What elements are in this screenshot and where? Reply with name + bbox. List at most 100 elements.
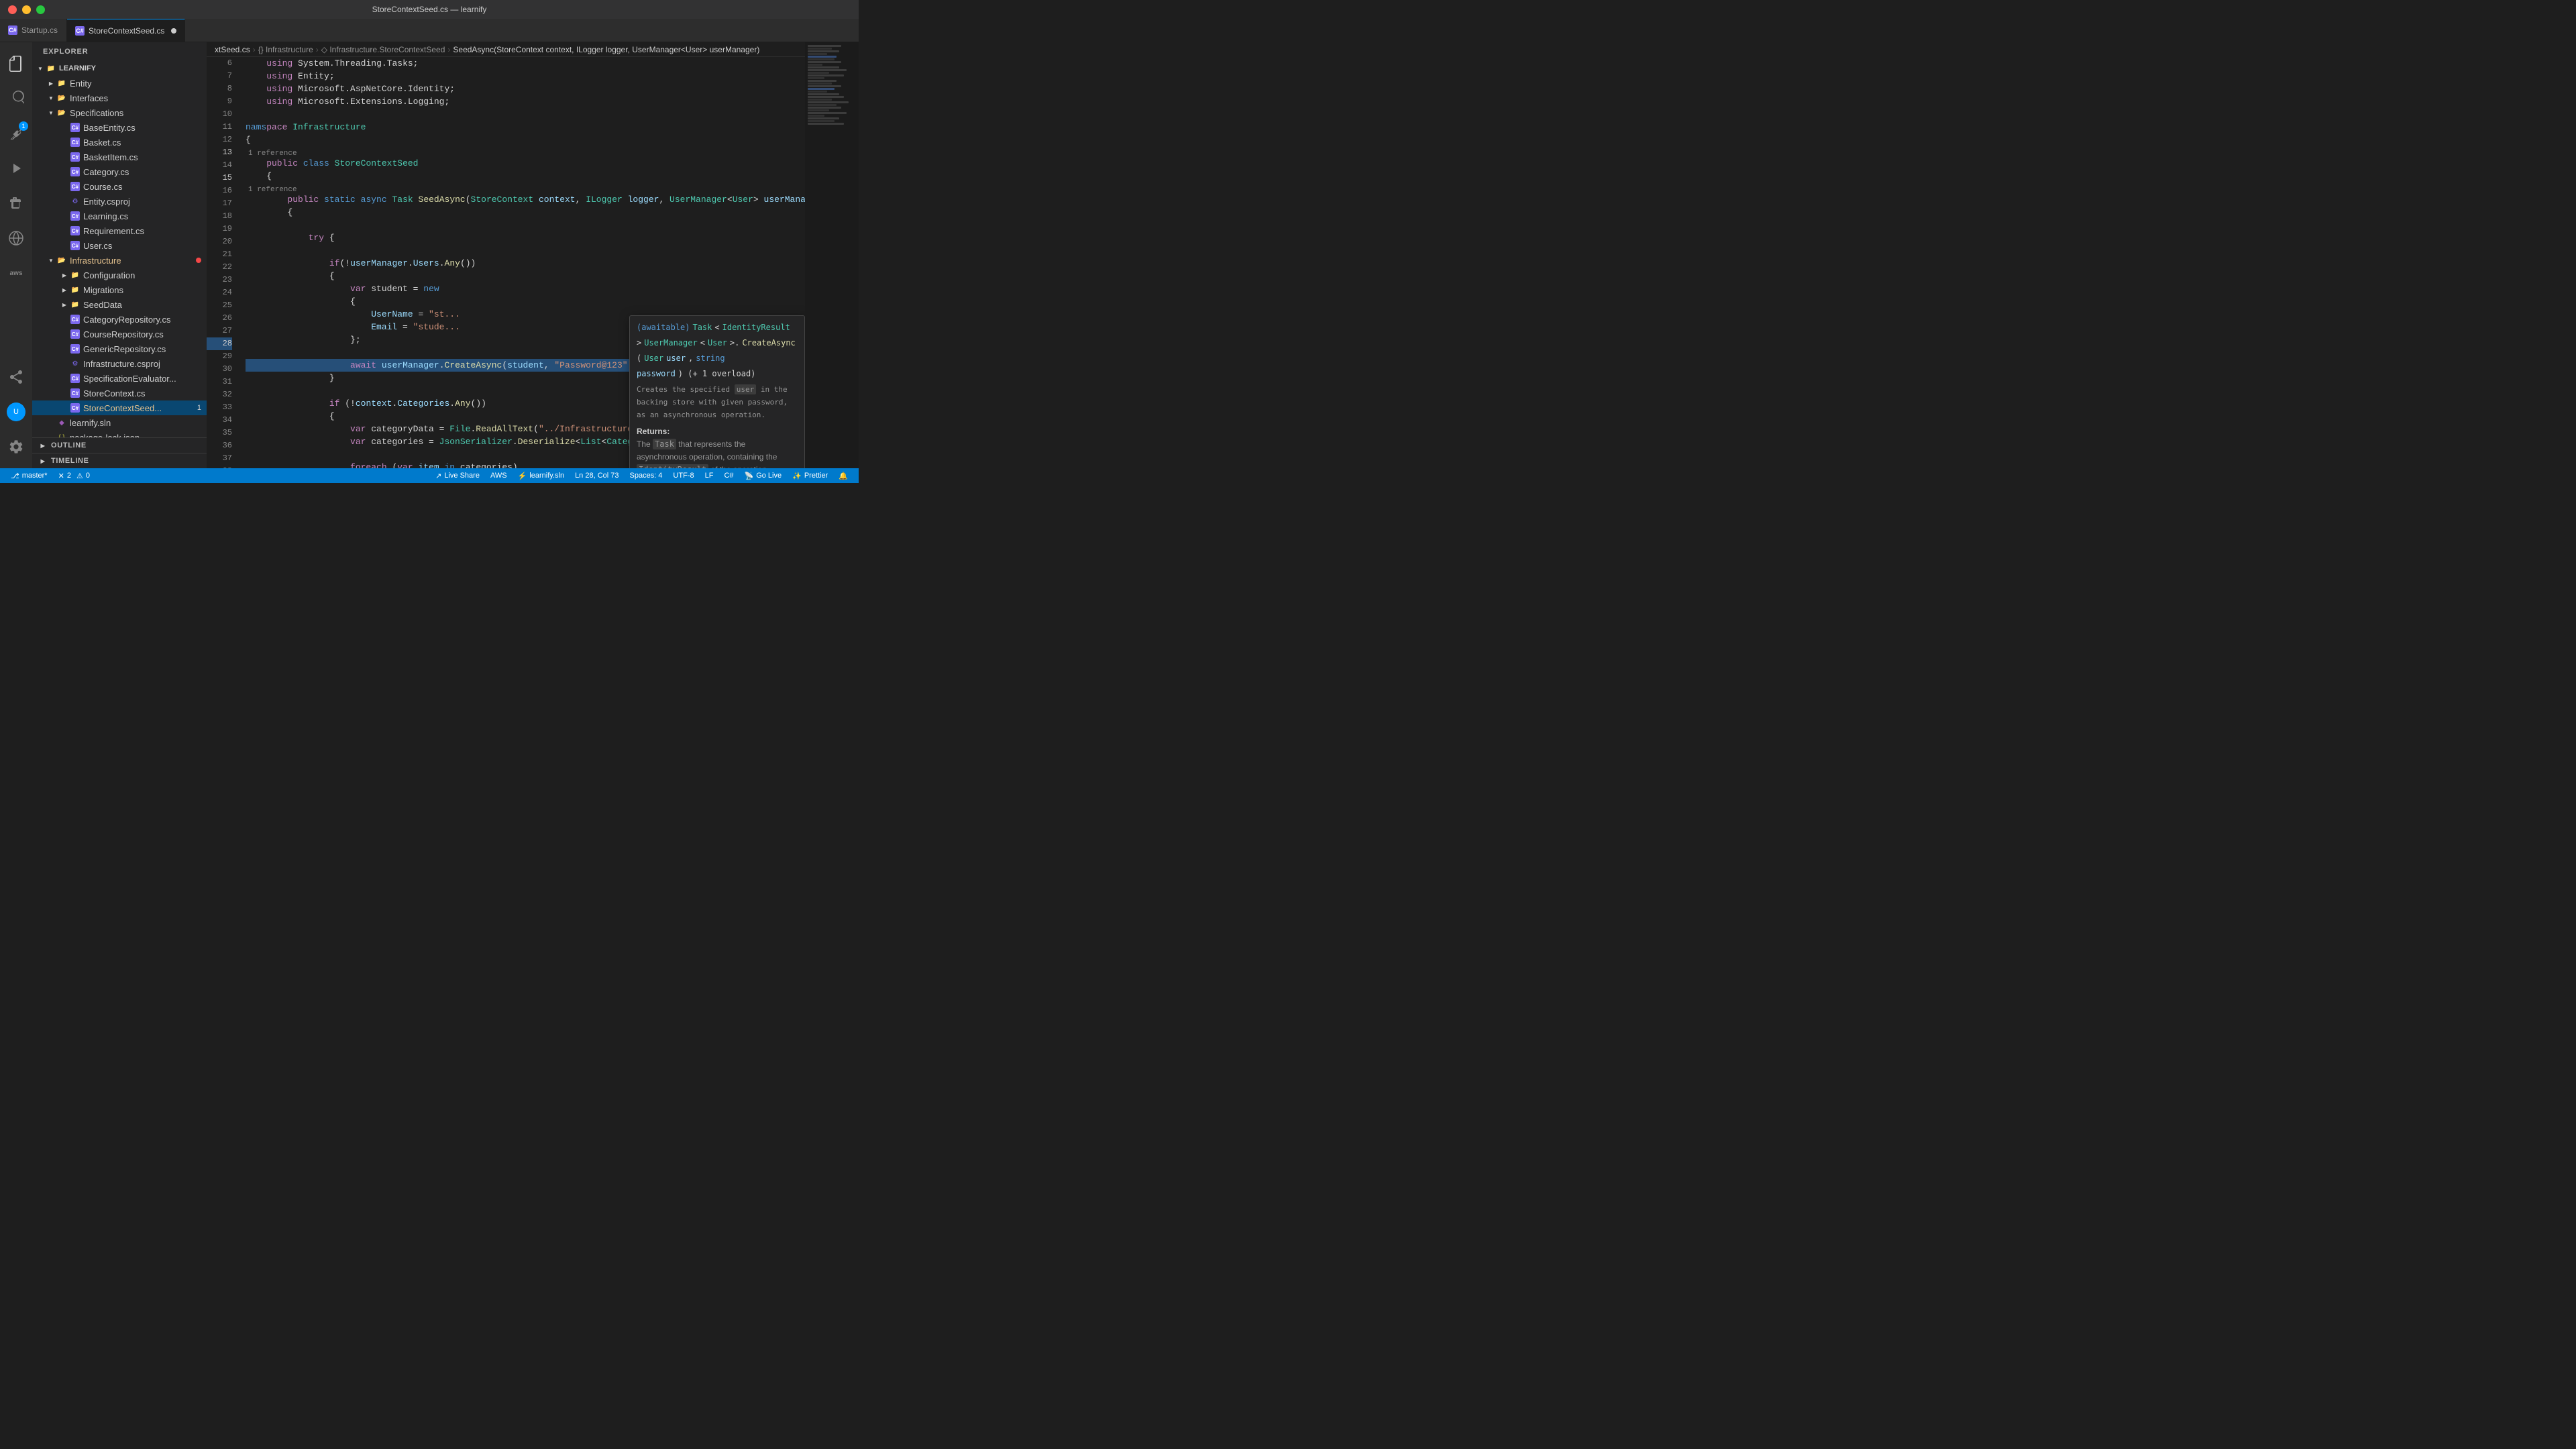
infra-csproj-label: Infrastructure.csproj: [83, 359, 201, 369]
sidebar-item-entity[interactable]: 📁 Entity: [32, 76, 207, 91]
status-language[interactable]: C#: [718, 468, 739, 483]
status-branch[interactable]: ⎇ master*: [5, 468, 53, 483]
window-title: StoreContextSeed.cs — learnify: [372, 5, 487, 14]
status-solution[interactable]: ⚡ learnify.sln: [513, 468, 570, 483]
activity-settings[interactable]: [0, 431, 32, 463]
specifications-arrow: [46, 107, 56, 118]
code-line-21: {: [246, 270, 805, 282]
activity-account[interactable]: U: [0, 396, 32, 428]
solution-icon: ⚡: [518, 472, 527, 480]
activity-source-control[interactable]: 1: [0, 117, 32, 150]
sidebar-item-configuration[interactable]: 📁 Configuration: [32, 268, 207, 282]
titlebar: StoreContextSeed.cs — learnify: [0, 0, 859, 19]
cs-file-icon: C#: [70, 122, 80, 133]
sidebar-item-requirement[interactable]: C# Requirement.cs: [32, 223, 207, 238]
prettier-icon: ✨: [792, 472, 802, 480]
sidebar-item-speceval[interactable]: C# SpecificationEvaluator...: [32, 371, 207, 386]
sidebar-root[interactable]: 📁 LEARNIFY: [32, 61, 207, 76]
activity-remote[interactable]: [0, 222, 32, 254]
close-button[interactable]: [8, 5, 17, 14]
status-aws[interactable]: AWS: [485, 468, 513, 483]
status-go-live[interactable]: 📡 Go Live: [739, 468, 788, 483]
sidebar-item-genericrepo[interactable]: C# GenericRepository.cs: [32, 341, 207, 356]
requirement-label: Requirement.cs: [83, 226, 201, 236]
seeddata-folder-icon: 📁: [70, 299, 80, 310]
code-line-19: [246, 244, 805, 257]
user-avatar[interactable]: U: [7, 402, 25, 421]
entity-folder-icon: 📁: [56, 78, 67, 89]
status-errors-count: 2: [67, 472, 71, 480]
ref-13: 1 reference: [246, 146, 805, 157]
sidebar-item-category[interactable]: C# Category.cs: [32, 164, 207, 179]
code-line-11: namspace Infrastructure: [246, 121, 805, 133]
tab-storecontextseed[interactable]: C# StoreContextSeed.cs: [67, 19, 185, 42]
activity-search[interactable]: [0, 83, 32, 115]
outline-header[interactable]: OUTLINE: [32, 438, 207, 453]
code-line-6: using System.Threading.Tasks;: [246, 57, 805, 70]
activity-live-share[interactable]: [0, 361, 32, 393]
activity-aws[interactable]: aws: [0, 257, 32, 289]
status-spaces[interactable]: Spaces: 4: [625, 468, 668, 483]
sidebar-item-entity-csproj[interactable]: ⚙ Entity.csproj: [32, 194, 207, 209]
status-live-share[interactable]: ↗ Live Share: [430, 468, 485, 483]
sidebar-item-storecontext[interactable]: C# StoreContext.cs: [32, 386, 207, 400]
code-editor[interactable]: 6 7 8 9 10 11 12 13 14 15 16 17 18 19 20…: [207, 57, 805, 468]
traffic-lights[interactable]: [8, 5, 45, 14]
sidebar-item-specifications[interactable]: 📂 Specifications: [32, 105, 207, 120]
sidebar-item-migrations[interactable]: 📁 Migrations: [32, 282, 207, 297]
tab-startup[interactable]: C# Startup.cs: [0, 19, 67, 42]
sidebar-item-categoryrepo[interactable]: C# CategoryRepository.cs: [32, 312, 207, 327]
sidebar-item-learnify-sln[interactable]: ◆ learnify.sln: [32, 415, 207, 430]
sidebar-item-basketitem[interactable]: C# BasketItem.cs: [32, 150, 207, 164]
breadcrumb[interactable]: xtSeed.cs › {} Infrastructure › ◇ Infras…: [207, 42, 805, 57]
sidebar-item-courserepo[interactable]: C# CourseRepository.cs: [32, 327, 207, 341]
sidebar-item-storecontextseed[interactable]: C# StoreContextSeed... 1: [32, 400, 207, 415]
sidebar-item-user[interactable]: C# User.cs: [32, 238, 207, 253]
status-aws-label: AWS: [490, 472, 507, 480]
code-content[interactable]: using System.Threading.Tasks; using Enti…: [240, 57, 805, 468]
sidebar-item-baseentity[interactable]: C# BaseEntity.cs: [32, 120, 207, 135]
status-encoding[interactable]: UTF-8: [667, 468, 699, 483]
timeline-header[interactable]: TIMELINE: [32, 453, 207, 468]
activity-explorer[interactable]: [0, 48, 32, 80]
status-prettier[interactable]: ✨ Prettier: [787, 468, 833, 483]
sidebar-item-interfaces[interactable]: 📂 Interfaces: [32, 91, 207, 105]
code-line-13: public class StoreContextSeed: [246, 157, 805, 170]
cs-icon: C#: [8, 25, 17, 35]
activity-extensions[interactable]: [0, 187, 32, 219]
entity-csproj-label: Entity.csproj: [83, 197, 201, 207]
status-warnings-count: 0: [86, 472, 90, 480]
migrations-label: Migrations: [83, 285, 201, 295]
entity-label: Entity: [70, 78, 201, 89]
minimize-button[interactable]: [22, 5, 31, 14]
sidebar-item-package-lock[interactable]: { } package-lock.json: [32, 430, 207, 437]
sidebar-item-infrastructure[interactable]: 📂 Infrastructure: [32, 253, 207, 268]
status-go-live-label: Go Live: [756, 472, 782, 480]
git-branch-icon: ⎇: [11, 472, 19, 480]
speceval-label: SpecificationEvaluator...: [83, 374, 201, 384]
sidebar-item-course[interactable]: C# Course.cs: [32, 179, 207, 194]
status-branch-label: master*: [22, 472, 48, 480]
editor[interactable]: xtSeed.cs › {} Infrastructure › ◇ Infras…: [207, 42, 805, 468]
status-errors[interactable]: ✕ 2 ⚠ 0: [53, 468, 95, 483]
status-line-ending[interactable]: LF: [700, 468, 719, 483]
maximize-button[interactable]: [36, 5, 45, 14]
sidebar: EXPLORER 📁 LEARNIFY 📁 Entity 📂 Interface…: [32, 42, 207, 468]
storecontext-label: StoreContext.cs: [83, 388, 201, 398]
activity-run[interactable]: [0, 152, 32, 184]
status-position[interactable]: Ln 28, Col 73: [570, 468, 624, 483]
json-icon: { }: [56, 432, 67, 437]
sidebar-item-learning[interactable]: C# Learning.cs: [32, 209, 207, 223]
sidebar-item-seeddata[interactable]: 📁 SeedData: [32, 297, 207, 312]
status-bell[interactable]: 🔔: [833, 468, 853, 483]
outline-section: OUTLINE: [32, 437, 207, 453]
learning-label: Learning.cs: [83, 211, 201, 221]
interfaces-folder-icon: 📂: [56, 93, 67, 103]
code-line-7: using Entity;: [246, 70, 805, 83]
error-icon: ✕: [58, 472, 64, 480]
basketitem-label: BasketItem.cs: [83, 152, 201, 162]
sidebar-item-basket[interactable]: C# Basket.cs: [32, 135, 207, 150]
sidebar-item-infra-csproj[interactable]: ⚙ Infrastructure.csproj: [32, 356, 207, 371]
code-line-16: {: [246, 206, 805, 219]
sidebar-content[interactable]: 📁 LEARNIFY 📁 Entity 📂 Interfaces 📂 Speci…: [32, 61, 207, 437]
